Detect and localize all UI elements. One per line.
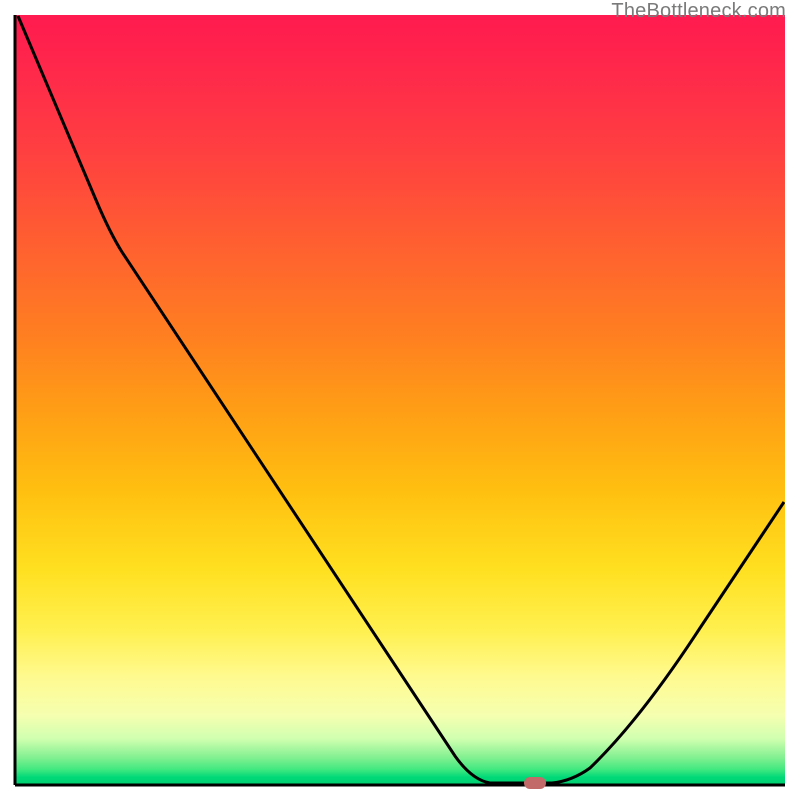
bottleneck-curve: [18, 16, 784, 783]
axes: [15, 15, 785, 785]
chart-svg: [0, 0, 800, 800]
bottleneck-chart: TheBottleneck.com: [0, 0, 800, 800]
optimal-point-marker: [524, 777, 546, 789]
